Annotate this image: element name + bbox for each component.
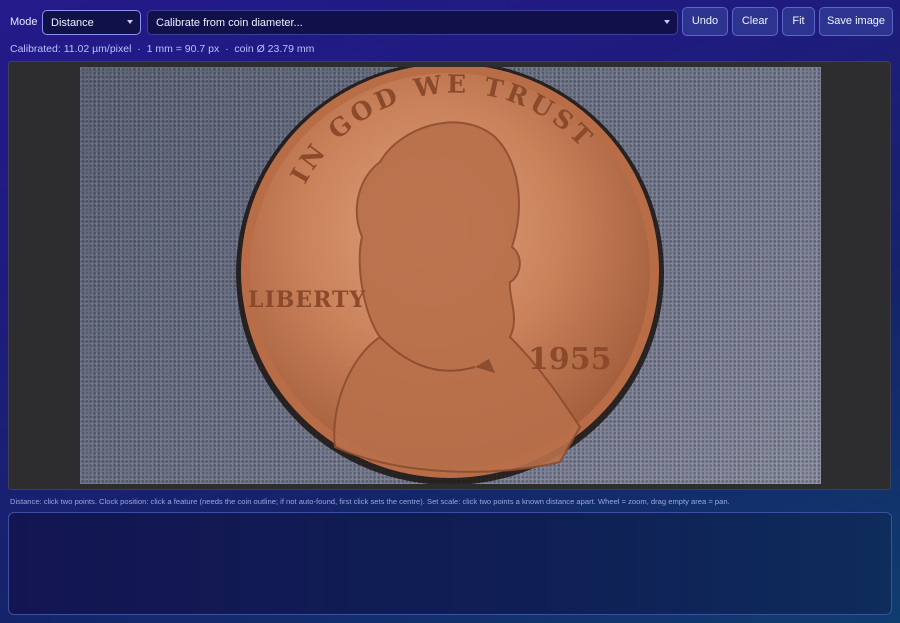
toolbar: Mode Distance Calibrate from coin diamet…	[0, 0, 900, 44]
fit-button[interactable]: Fit	[782, 7, 815, 36]
mode-select[interactable]: Distance	[42, 10, 141, 35]
calibration-status: Calibrated: 11.02 µm/pixel · 1 mm = 90.7…	[10, 43, 315, 55]
image-viewer[interactable]: IN GOD WE TRUST LIBERTY 1955	[8, 61, 891, 490]
chevron-down-icon	[664, 20, 670, 24]
mode-label: Mode	[10, 16, 38, 28]
coin-image: IN GOD WE TRUST LIBERTY 1955	[236, 62, 664, 485]
coin-liberty: LIBERTY	[248, 287, 366, 313]
calibration-select-value: Calibrate from coin diameter...	[156, 17, 303, 29]
calibration-select[interactable]: Calibrate from coin diameter...	[147, 10, 678, 35]
measurements-panel	[8, 512, 892, 615]
clear-button[interactable]: Clear	[732, 7, 778, 36]
help-text: Distance: click two points. Clock positi…	[10, 497, 730, 506]
coin-year: 1955	[528, 342, 612, 377]
mode-select-value: Distance	[51, 17, 94, 29]
save-image-button[interactable]: Save image	[819, 7, 893, 36]
undo-button[interactable]: Undo	[682, 7, 728, 36]
coin-photo[interactable]: IN GOD WE TRUST LIBERTY 1955	[80, 62, 821, 485]
chevron-down-icon	[127, 20, 133, 24]
